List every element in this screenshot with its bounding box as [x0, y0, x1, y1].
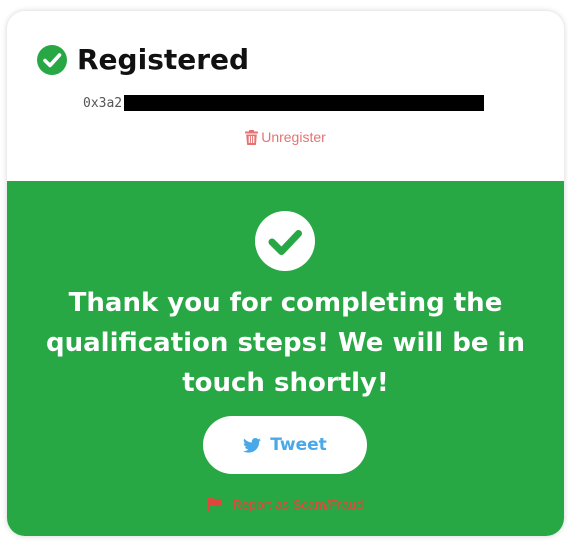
twitter-icon — [243, 437, 262, 453]
tweet-button-label: Tweet — [270, 435, 327, 455]
check-circle-icon — [37, 45, 67, 75]
wallet-address: 0x3a2 — [83, 95, 485, 111]
registration-header: Registered 0x3a2 Unregister — [7, 11, 564, 181]
flag-icon — [207, 498, 222, 511]
status-row: Registered — [37, 45, 249, 75]
registration-card: Registered 0x3a2 Unregister Thank you fo… — [7, 11, 564, 536]
address-redacted-bar — [124, 95, 485, 111]
success-message: Thank you for completing the qualificati… — [46, 288, 525, 398]
unregister-link[interactable]: Unregister — [7, 129, 564, 145]
report-scam-link[interactable]: Report as Scam/Fraud — [7, 497, 564, 512]
unregister-label: Unregister — [261, 129, 326, 145]
trash-icon — [245, 129, 259, 145]
check-circle-icon — [255, 211, 315, 271]
report-label: Report as Scam/Fraud — [232, 497, 364, 512]
address-prefix: 0x3a2 — [83, 95, 123, 111]
tweet-button[interactable]: Tweet — [203, 416, 367, 474]
success-panel: Thank you for completing the qualificati… — [7, 181, 564, 536]
status-title: Registered — [77, 43, 250, 76]
